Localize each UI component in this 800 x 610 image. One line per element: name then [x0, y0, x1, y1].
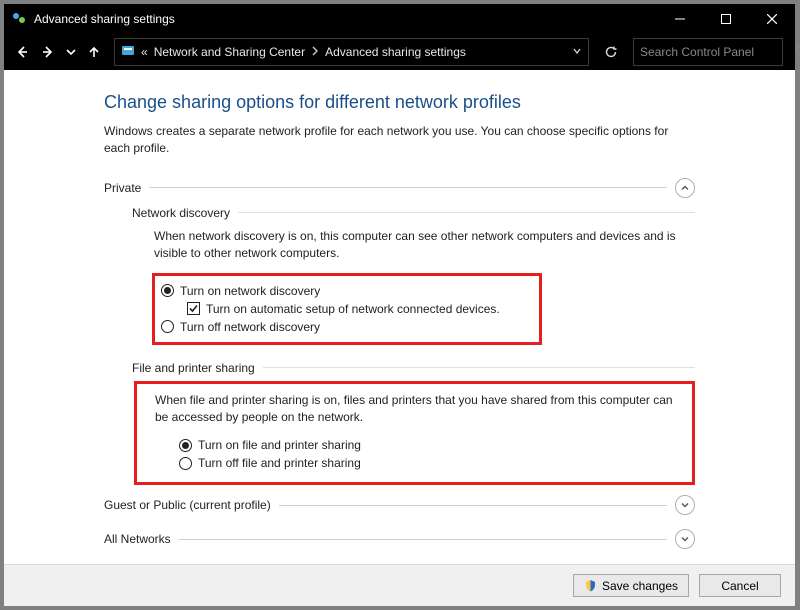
- forward-button[interactable]: [36, 40, 60, 64]
- page-description: Windows creates a separate network profi…: [104, 123, 695, 158]
- refresh-button[interactable]: [597, 38, 625, 66]
- radio-icon: [179, 457, 192, 470]
- titlebar: Advanced sharing settings: [4, 4, 795, 34]
- section-guest-header[interactable]: Guest or Public (current profile): [104, 495, 695, 515]
- search-icon: [795, 45, 800, 60]
- up-button[interactable]: [82, 40, 106, 64]
- breadcrumb-advanced-sharing[interactable]: Advanced sharing settings: [325, 45, 466, 59]
- app-icon: [12, 12, 26, 26]
- chevron-up-icon[interactable]: [675, 178, 695, 198]
- breadcrumb-prefix: «: [141, 45, 148, 59]
- chevron-right-icon: [311, 45, 319, 59]
- checkbox-icon: [187, 302, 200, 315]
- section-private-label: Private: [104, 181, 149, 195]
- breadcrumb-network-sharing[interactable]: Network and Sharing Center: [154, 45, 305, 59]
- radio-icon: [161, 284, 174, 297]
- save-changes-button[interactable]: Save changes: [573, 574, 689, 597]
- checkbox-nd-autosetup[interactable]: Turn on automatic setup of network conne…: [187, 300, 529, 318]
- radio-icon: [161, 320, 174, 333]
- search-input[interactable]: [640, 45, 795, 59]
- close-button[interactable]: [749, 4, 795, 34]
- subhead-file-printer: File and printer sharing: [132, 361, 695, 375]
- radio-fps-on[interactable]: Turn on file and printer sharing: [179, 436, 676, 454]
- radio-nd-off[interactable]: Turn off network discovery: [161, 318, 529, 336]
- control-panel-icon: [121, 44, 135, 61]
- section-private-header[interactable]: Private: [104, 178, 695, 198]
- radio-fps-off[interactable]: Turn off file and printer sharing: [179, 454, 676, 472]
- window-frame: Advanced sharing settings « Netwo: [4, 4, 795, 606]
- highlight-file-printer: When file and printer sharing is on, fil…: [134, 381, 695, 486]
- network-discovery-desc: When network discovery is on, this compu…: [154, 228, 695, 263]
- address-bar[interactable]: « Network and Sharing Center Advanced sh…: [114, 38, 589, 66]
- cancel-button[interactable]: Cancel: [699, 574, 781, 597]
- page-title: Change sharing options for different net…: [104, 92, 695, 113]
- navbar: « Network and Sharing Center Advanced sh…: [4, 34, 795, 70]
- search-box[interactable]: [633, 38, 783, 66]
- radio-nd-on[interactable]: Turn on network discovery: [161, 282, 529, 300]
- back-button[interactable]: [10, 40, 34, 64]
- footer-bar: Save changes Cancel: [4, 564, 795, 606]
- section-all-networks-header[interactable]: All Networks: [104, 529, 695, 549]
- chevron-down-icon[interactable]: [675, 495, 695, 515]
- section-guest-label: Guest or Public (current profile): [104, 498, 279, 512]
- file-printer-desc: When file and printer sharing is on, fil…: [155, 392, 676, 427]
- section-all-networks-label: All Networks: [104, 532, 179, 546]
- window-title: Advanced sharing settings: [34, 12, 657, 26]
- maximize-button[interactable]: [703, 4, 749, 34]
- content-area: Change sharing options for different net…: [4, 70, 795, 564]
- address-dropdown-icon[interactable]: [572, 45, 582, 59]
- radio-icon: [179, 439, 192, 452]
- recent-locations-button[interactable]: [62, 40, 80, 64]
- minimize-button[interactable]: [657, 4, 703, 34]
- subhead-network-discovery: Network discovery: [132, 206, 695, 220]
- chevron-down-icon[interactable]: [675, 529, 695, 549]
- highlight-network-discovery: Turn on network discovery Turn on automa…: [152, 273, 542, 345]
- shield-icon: [584, 579, 597, 592]
